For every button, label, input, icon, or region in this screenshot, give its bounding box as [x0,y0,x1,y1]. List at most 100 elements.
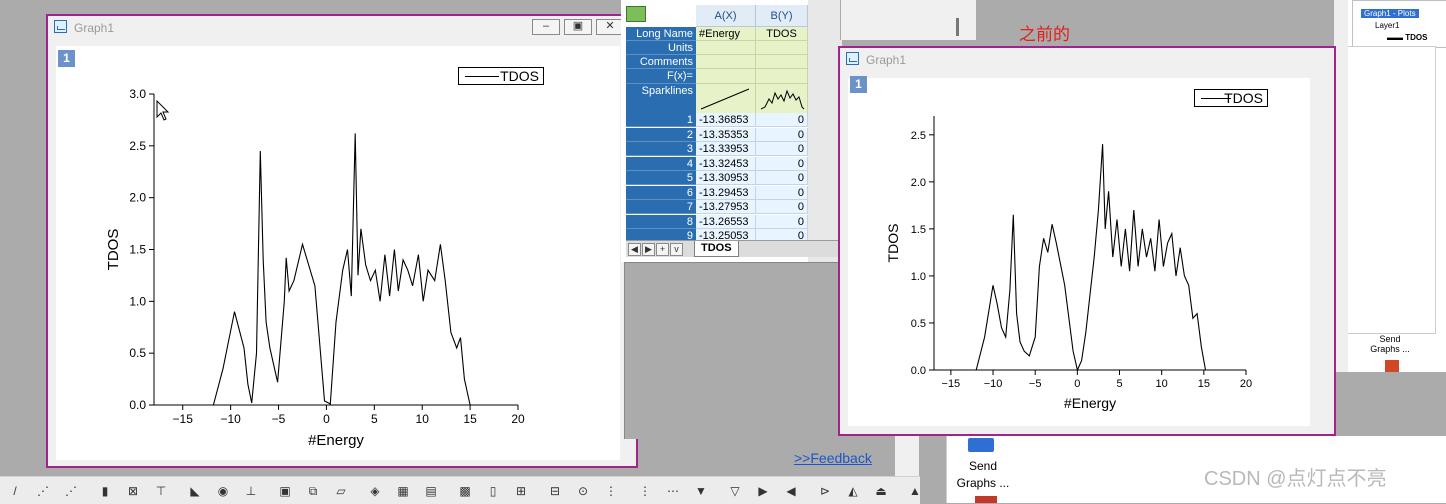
meta-cell-1-0[interactable] [696,41,756,55]
cell-tdos[interactable]: 0 [756,127,808,142]
toolbar-tool-icon[interactable]: ▮ [96,483,114,499]
side-mini-toolbar [1334,0,1348,372]
toolbar-tool-icon[interactable]: ▽ [726,483,744,499]
toolbar-tool-icon[interactable]: / [6,483,24,499]
toolbar-tool-icon[interactable]: ⊳ [816,483,834,499]
powerpoint-icon[interactable] [1385,360,1399,372]
meta-cell-0-1[interactable]: TDOS [756,27,808,41]
meta-cell-3-1[interactable] [756,69,808,84]
y-tick-label: 0.5 [129,346,146,360]
meta-cell-0-0[interactable]: #Energy [696,27,756,41]
toolbar-tool-icon[interactable]: ⋮ [636,483,654,499]
toolbar-tool-icon[interactable]: ⊞ [512,483,530,499]
toolbar-tool-icon[interactable]: ▣ [276,483,294,499]
toolbar-tool-icon[interactable]: ▲ [906,483,924,499]
row-number[interactable]: 5 [626,171,696,185]
cell-tdos[interactable]: 0 [756,214,808,229]
send-graphs-label[interactable]: Send Graphs ... [952,458,1014,492]
toolbar-tool-icon[interactable]: ◀ [782,483,800,499]
sheet-tab-tdos[interactable]: TDOS [694,241,739,257]
feedback-link[interactable]: >>Feedback [794,450,872,466]
x-tick-label: 10 [1156,378,1168,390]
tree-graph-item[interactable]: Graph1 - Plots [1361,9,1419,18]
worksheet-scroll-thumb[interactable] [956,18,959,36]
toolbar-tool-icon[interactable]: ⋰ [34,483,52,499]
meta-cell-2-1[interactable] [756,55,808,69]
tdos-chart-left[interactable]: −15 −10 −5 0 5 10 15 20 3.0 2.5 2.0 1.5 1.0 0.5 0.0 #En… [48,16,636,466]
worksheet-corner-icon[interactable] [626,6,646,22]
x-tick-label: 15 [1198,378,1210,390]
cell-tdos[interactable]: 0 [756,200,808,214]
row-number[interactable]: 3 [626,142,696,156]
first-sheet-button[interactable]: ◀ [628,243,641,256]
sparkline-tdos [760,89,805,110]
row-label-0[interactable]: Long Name [626,27,696,41]
row-number[interactable]: 2 [626,127,696,142]
toolbar-tool-icon[interactable]: ⋰ [62,483,80,499]
toolbar-tool-icon[interactable]: ▼ [692,483,710,499]
x-tick-label: −10 [984,378,1003,390]
meta-cell-2-0[interactable] [696,55,756,69]
cell-tdos[interactable]: 0 [756,185,808,200]
toolbar-tool-icon[interactable]: ▩ [456,483,474,499]
graph-window-right[interactable]: Graph1 1 TDOS −15 −10 −5 0 5 10 15 20 2.5 2.0 1.5 1… [838,46,1336,436]
send-graphs-icon[interactable] [968,438,994,452]
toolbar-tool-icon[interactable]: ◣ [186,483,204,499]
row-number[interactable]: 7 [626,200,696,214]
cell-energy[interactable]: -13.33953 [696,142,756,156]
row-label-3[interactable]: F(x)= [626,69,696,84]
toolbar-tool-icon[interactable]: ◉ [214,483,232,499]
col-header-a[interactable]: A(X) [696,5,756,27]
toolbar-tool-icon[interactable]: ◈ [366,483,384,499]
cell-tdos[interactable]: 0 [756,142,808,156]
csdn-watermark: CSDN @点灯点不亮 [1204,468,1387,490]
cell-tdos[interactable]: 0 [756,156,808,171]
cell-energy[interactable]: -13.35353 [696,127,756,142]
toolbar-tool-icon[interactable]: ⊙ [574,483,592,499]
row-label-1[interactable]: Units [626,41,696,55]
toolbar-tool-icon[interactable]: ▦ [394,483,412,499]
x-tick-label: −5 [272,412,286,426]
cell-energy[interactable]: -13.36853 [696,113,756,127]
row-number[interactable]: 1 [626,113,696,127]
graph-window-left[interactable]: Graph1 – ▣ ✕ 1 TDOS −15 −10 −5 0 5 10 15 20 3.0 2… [46,14,638,468]
cell-energy[interactable]: -13.32453 [696,156,756,171]
object-manager-tree: Graph1 - Plots Layer1 ▬▬ TDOS [1352,0,1446,48]
row-number[interactable]: 8 [626,214,696,229]
col-header-b[interactable]: B(Y) [756,5,808,27]
annotation-before-label: 之前的 [1019,25,1070,44]
toolbar-tool-icon[interactable]: ▤ [422,483,440,499]
send-graphs-small-label[interactable]: Send Graphs ... [1366,334,1414,354]
toolbar-tool-icon[interactable]: ▶ [754,483,772,499]
row-label-2[interactable]: Comments [626,55,696,69]
cell-energy[interactable]: -13.27953 [696,200,756,214]
tree-plot-item[interactable]: ▬▬ TDOS [1387,33,1427,42]
meta-cell-1-1[interactable] [756,41,808,55]
toolbar-tool-icon[interactable]: ⋮ [602,483,620,499]
cell-energy[interactable]: -13.26553 [696,214,756,229]
next-sheet-button[interactable]: ▶ [642,243,655,256]
cell-tdos[interactable]: 0 [756,171,808,185]
toolbar-tool-icon[interactable]: ⊥ [242,483,260,499]
add-sheet-button[interactable]: + [656,243,669,256]
toolbar-tool-icon[interactable]: ⊠ [124,483,142,499]
toolbar-tool-icon[interactable]: ⏏ [872,483,890,499]
row-label-4[interactable]: Sparklines [626,84,696,114]
row-number[interactable]: 6 [626,185,696,200]
toolbar-tool-icon[interactable]: ⊟ [546,483,564,499]
tree-layer-item[interactable]: Layer1 [1375,21,1399,30]
cell-energy[interactable]: -13.30953 [696,171,756,185]
toolbar-tool-icon[interactable]: ⊤ [152,483,170,499]
row-number[interactable]: 4 [626,156,696,171]
sheet-list-button[interactable]: v [670,243,683,256]
cell-energy[interactable]: -13.29453 [696,185,756,200]
toolbar-tool-icon[interactable]: ⋯ [664,483,682,499]
toolbar-tool-icon[interactable]: ⧉ [304,483,322,499]
toolbar-tool-icon[interactable]: ▱ [332,483,350,499]
toolbar-tool-icon[interactable]: ◭ [844,483,862,499]
meta-cell-3-0[interactable] [696,69,756,84]
x-axis-label: #Energy [1064,395,1116,411]
tdos-chart-right[interactable]: −15 −10 −5 0 5 10 15 20 2.5 2.0 1.5 1.0 0.5 0.0 #Energ… [840,48,1334,434]
cell-tdos[interactable]: 0 [756,113,808,127]
toolbar-tool-icon[interactable]: ▯ [484,483,502,499]
